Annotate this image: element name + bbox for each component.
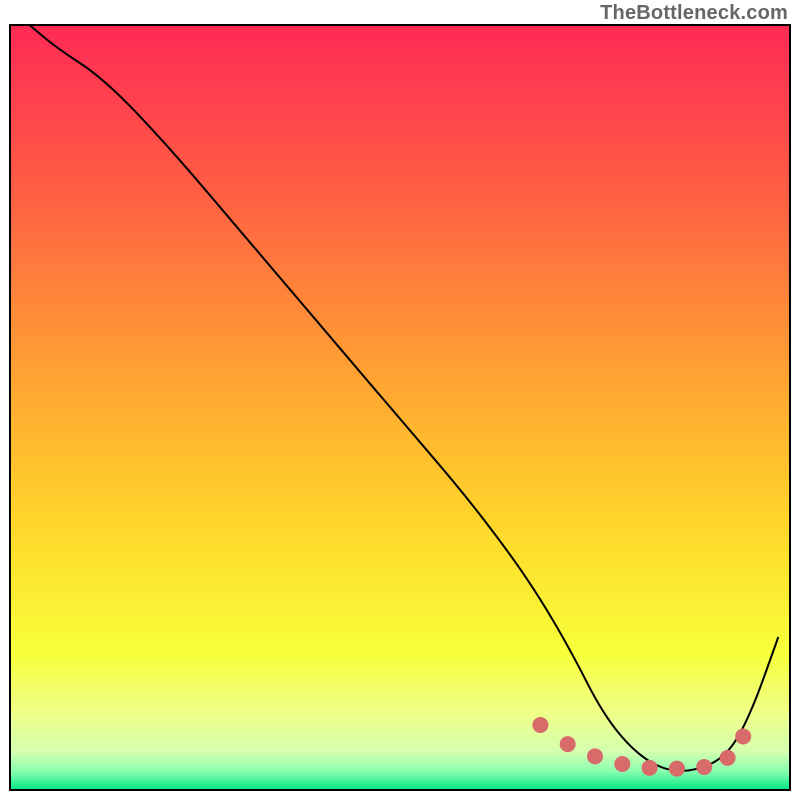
highlight-dot [696,759,712,775]
highlight-dot [669,761,685,777]
highlight-dot [720,750,736,766]
highlight-dot [587,748,603,764]
highlight-dot [614,756,630,772]
highlight-dot [735,728,751,744]
highlight-dot [642,760,658,776]
gradient-background [10,25,790,790]
watermark-label: TheBottleneck.com [600,2,788,25]
highlight-dot [532,717,548,733]
bottleneck-chart: TheBottleneck.com [0,0,800,800]
chart-canvas [0,0,800,800]
highlight-dot [560,736,576,752]
